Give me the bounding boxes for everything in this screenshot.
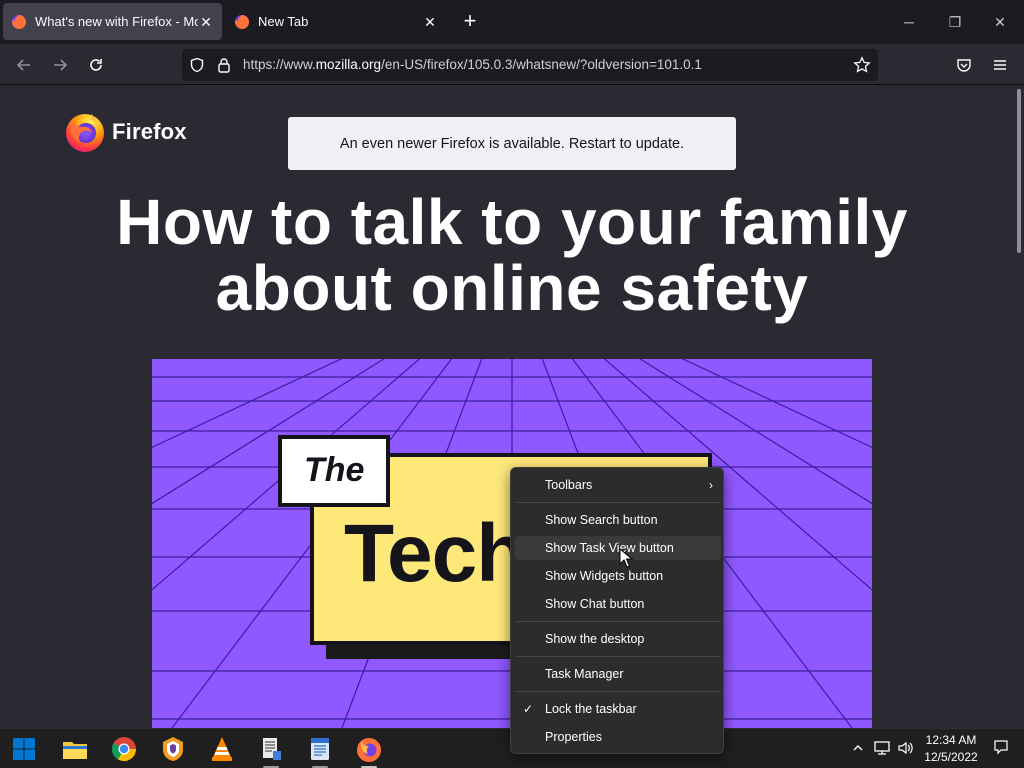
hamburger-menu-icon [994,60,1006,70]
menu-divider [515,621,721,622]
headline-line-1: How to talk to your family [116,186,908,258]
chevron-right-icon: › [709,478,713,492]
menu-item-label: Show Search button [545,513,658,527]
tab-strip: What's new with Firefox - More ✕ New Tab… [0,0,1024,44]
restore-icon[interactable]: ❐ [945,12,965,32]
update-banner-text: An even newer Firefox is available. Rest… [339,135,685,152]
arrow-left-icon [16,59,30,71]
firefox-icon [12,14,27,29]
volume-icon[interactable] [897,739,915,757]
network-icon[interactable] [873,739,891,757]
tab-title: New Tab [258,14,309,29]
tab-new-tab[interactable]: New Tab ✕ [226,3,446,40]
file-explorer-icon[interactable] [61,735,89,763]
start-icon[interactable] [10,735,38,763]
url-bar[interactable]: https://www.mozilla.org/en-US/firefox/10… [182,49,878,81]
mouse-cursor-icon [619,548,633,568]
menu-item-show-widgets-button[interactable]: Show Widgets button [515,564,721,588]
clock-date: 12/5/2022 [924,750,978,764]
hero-tech-label: Tech [344,508,526,599]
menu-item-toolbars[interactable]: Toolbars › [515,473,721,497]
menu-item-show-task-view-button[interactable]: Show Task View button [515,536,721,560]
menu-item-show-search-button[interactable]: Show Search button [515,508,721,532]
new-tab-button[interactable]: + [458,10,482,34]
notification-icon[interactable] [992,739,1010,757]
tab-whats-new[interactable]: What's new with Firefox - More ✕ [3,3,222,40]
minimize-icon[interactable]: ─ [899,12,919,32]
bookmark-star-icon[interactable] [853,56,871,74]
page-scrollbar[interactable] [1017,89,1021,253]
chevron-up-icon[interactable] [849,739,867,757]
menu-item-label: Properties [545,730,602,744]
close-tab-icon[interactable]: ✕ [198,14,214,30]
forward-button[interactable] [47,52,73,78]
menu-item-label: Show Chat button [545,597,645,611]
system-clock[interactable]: 12:34 AM 12/5/2022 [920,732,982,766]
tab-title: What's new with Firefox - More [35,14,198,29]
url-domain: mozilla.org [315,57,382,72]
menu-item-label: Task Manager [545,667,624,681]
lock-icon[interactable] [217,57,231,73]
vlc-icon[interactable] [208,735,236,763]
menu-button[interactable] [987,52,1013,78]
close-window-icon[interactable]: ✕ [990,12,1010,32]
headline-line-2: about online safety [215,252,809,324]
clock-time: 12:34 AM [925,733,977,747]
menu-divider [515,502,721,503]
reader-icon[interactable] [306,735,334,763]
hero-the-label: The [304,451,365,489]
url-text[interactable]: https://www.mozilla.org/en-US/firefox/10… [243,57,702,72]
reload-icon [90,59,102,71]
firefox-icon[interactable] [355,735,383,763]
navigation-toolbar: https://www.mozilla.org/en-US/firefox/10… [0,44,1024,85]
shield-icon[interactable] [189,57,205,73]
brave-icon[interactable] [159,735,187,763]
menu-divider [515,691,721,692]
arrow-right-icon [54,59,68,71]
page-headline: How to talk to your family about online … [40,189,984,321]
firefox-icon [235,14,250,29]
url-path: /en-US/firefox/105.0.3/whatsnew/?oldvers… [381,57,702,72]
menu-item-label: Show Widgets button [545,569,664,583]
pocket-icon [957,59,971,72]
firefox-logo-icon [66,114,104,152]
firefox-logo[interactable]: Firefox [64,111,187,153]
menu-item-label: Lock the taskbar [545,702,637,716]
checkmark-icon: ✓ [523,702,534,716]
menu-item-lock-taskbar[interactable]: ✓ Lock the taskbar [515,697,721,721]
menu-item-label: Toolbars [545,478,593,492]
menu-divider [515,656,721,657]
notepad-icon[interactable] [257,735,285,763]
menu-item-show-chat-button[interactable]: Show Chat button [515,592,721,616]
menu-item-show-desktop[interactable]: Show the desktop [515,627,721,651]
menu-item-properties[interactable]: Properties [515,725,721,749]
menu-item-label: Show the desktop [545,632,645,646]
menu-item-label: Show Task View button [545,541,674,555]
chrome-icon[interactable] [110,735,138,763]
update-notification-banner[interactable]: An even newer Firefox is available. Rest… [288,117,736,170]
firefox-wordmark: Firefox [112,119,187,144]
reload-button[interactable] [83,52,109,78]
menu-item-task-manager[interactable]: Task Manager [515,662,721,686]
url-prefix: https://www. [243,57,316,72]
close-tab-icon[interactable]: ✕ [422,14,438,30]
back-button[interactable] [11,52,37,78]
taskbar-context-menu: Toolbars › Show Search button Show Task … [510,467,724,754]
pocket-button[interactable] [951,52,977,78]
